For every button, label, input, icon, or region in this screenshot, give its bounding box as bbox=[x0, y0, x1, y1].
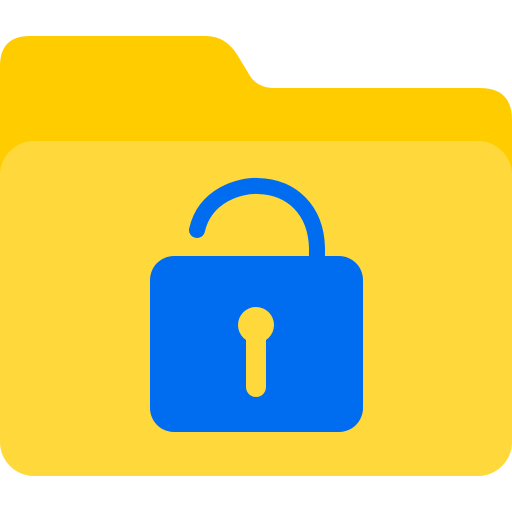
icon-canvas bbox=[0, 0, 512, 512]
unlocked-folder-icon bbox=[0, 36, 512, 476]
keyhole-slot-icon bbox=[246, 325, 266, 397]
